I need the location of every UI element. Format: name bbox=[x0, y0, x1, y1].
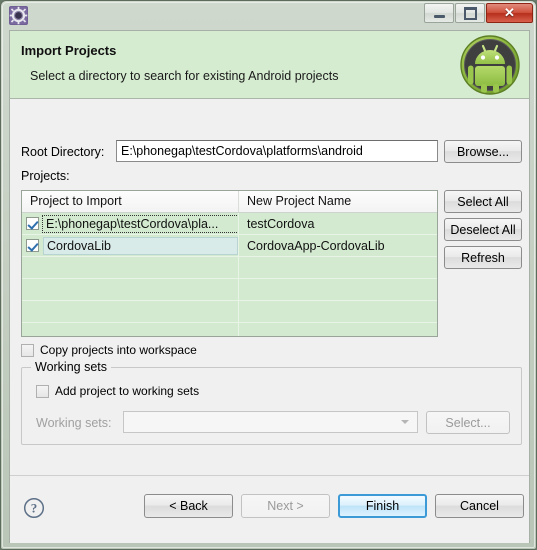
table-row-empty bbox=[22, 301, 437, 323]
root-directory-input[interactable] bbox=[116, 140, 438, 162]
table-row-empty bbox=[22, 257, 437, 279]
eclipse-wizard-gear-icon bbox=[9, 6, 28, 25]
cell-empty bbox=[22, 279, 239, 300]
working-sets-combo[interactable] bbox=[123, 411, 418, 433]
window-controls: ✕ bbox=[423, 3, 533, 23]
working-sets-select-button-label: Select... bbox=[445, 415, 491, 430]
working-sets-group: Working sets Add project to working sets… bbox=[21, 360, 522, 445]
copy-projects-checkbox-row[interactable]: Copy projects into workspace bbox=[21, 343, 197, 357]
cell-new-project-name: testCordova bbox=[247, 216, 315, 231]
row-checkbox[interactable] bbox=[26, 217, 39, 230]
working-sets-select-button[interactable]: Select... bbox=[426, 411, 510, 434]
copy-projects-checkbox[interactable] bbox=[21, 343, 34, 357]
row-checkbox[interactable] bbox=[26, 239, 39, 252]
wizard-header-banner: Import Projects Select a directory to se… bbox=[10, 31, 529, 99]
chevron-down-icon bbox=[401, 420, 409, 424]
cell-empty bbox=[239, 257, 437, 278]
table-row-empty bbox=[22, 279, 437, 301]
cell-empty bbox=[239, 323, 437, 336]
cell-empty bbox=[22, 323, 239, 336]
cell-empty bbox=[22, 257, 239, 278]
minimize-button[interactable] bbox=[424, 3, 454, 23]
page-title: Import Projects bbox=[21, 43, 117, 58]
add-project-to-working-sets-checkbox[interactable] bbox=[36, 384, 49, 398]
cell-project-to-import-text: E:\phonegap\testCordova\pla... bbox=[42, 214, 238, 233]
column-header-project-to-import[interactable]: Project to Import bbox=[22, 191, 239, 212]
column-header-new-project-name[interactable]: New Project Name bbox=[239, 191, 437, 212]
close-button[interactable]: ✕ bbox=[486, 3, 533, 23]
cell-empty bbox=[239, 301, 437, 322]
cell-project-to-import-text: CordovaLib bbox=[43, 236, 238, 255]
table-row[interactable]: E:\phonegap\testCordova\pla... testCordo… bbox=[22, 213, 437, 235]
table-header-row: Project to Import New Project Name bbox=[22, 191, 437, 213]
page-subtitle: Select a directory to search for existin… bbox=[30, 69, 339, 83]
cell-project-to-import: CordovaLib bbox=[22, 235, 239, 256]
dialog-window: ✕ Import Projects Select a directory to … bbox=[0, 0, 537, 550]
help-question-icon[interactable]: ? bbox=[23, 497, 45, 519]
title-bar: ✕ bbox=[1, 1, 537, 30]
projects-label: Projects: bbox=[21, 169, 70, 183]
wizard-body: Root Directory: Browse... Projects: Proj… bbox=[10, 99, 529, 475]
cell-empty bbox=[22, 301, 239, 322]
working-sets-group-label: Working sets bbox=[31, 360, 112, 374]
dialog-footer: ? < Back Next > Finish Cancel bbox=[10, 475, 529, 543]
working-sets-select-label: Working sets: bbox=[36, 416, 112, 430]
cell-new-project-name: CordovaApp-CordovaLib bbox=[247, 238, 385, 253]
copy-projects-label: Copy projects into workspace bbox=[40, 343, 197, 357]
refresh-button[interactable]: Refresh bbox=[444, 246, 522, 269]
projects-table[interactable]: Project to Import New Project Name E:\ph… bbox=[21, 190, 438, 337]
back-button[interactable]: < Back bbox=[144, 494, 233, 518]
dialog-client-area: Import Projects Select a directory to se… bbox=[9, 30, 530, 543]
select-all-button[interactable]: Select All bbox=[444, 190, 522, 213]
table-row-empty bbox=[22, 323, 437, 336]
next-button[interactable]: Next > bbox=[241, 494, 330, 518]
add-project-to-working-sets-label: Add project to working sets bbox=[55, 384, 200, 398]
cell-project-to-import: E:\phonegap\testCordova\pla... bbox=[22, 213, 239, 234]
add-project-to-working-sets-row[interactable]: Add project to working sets bbox=[36, 384, 199, 398]
svg-text:?: ? bbox=[31, 501, 38, 516]
browse-button[interactable]: Browse... bbox=[444, 140, 522, 163]
root-directory-label: Root Directory: bbox=[21, 145, 105, 159]
cell-empty bbox=[239, 279, 437, 300]
table-row[interactable]: CordovaLib CordovaApp-CordovaLib bbox=[22, 235, 437, 257]
finish-button[interactable]: Finish bbox=[338, 494, 427, 518]
android-robot-icon bbox=[459, 34, 521, 96]
restore-button[interactable] bbox=[455, 3, 485, 23]
deselect-all-button[interactable]: Deselect All bbox=[444, 218, 522, 241]
cancel-button[interactable]: Cancel bbox=[435, 494, 524, 518]
